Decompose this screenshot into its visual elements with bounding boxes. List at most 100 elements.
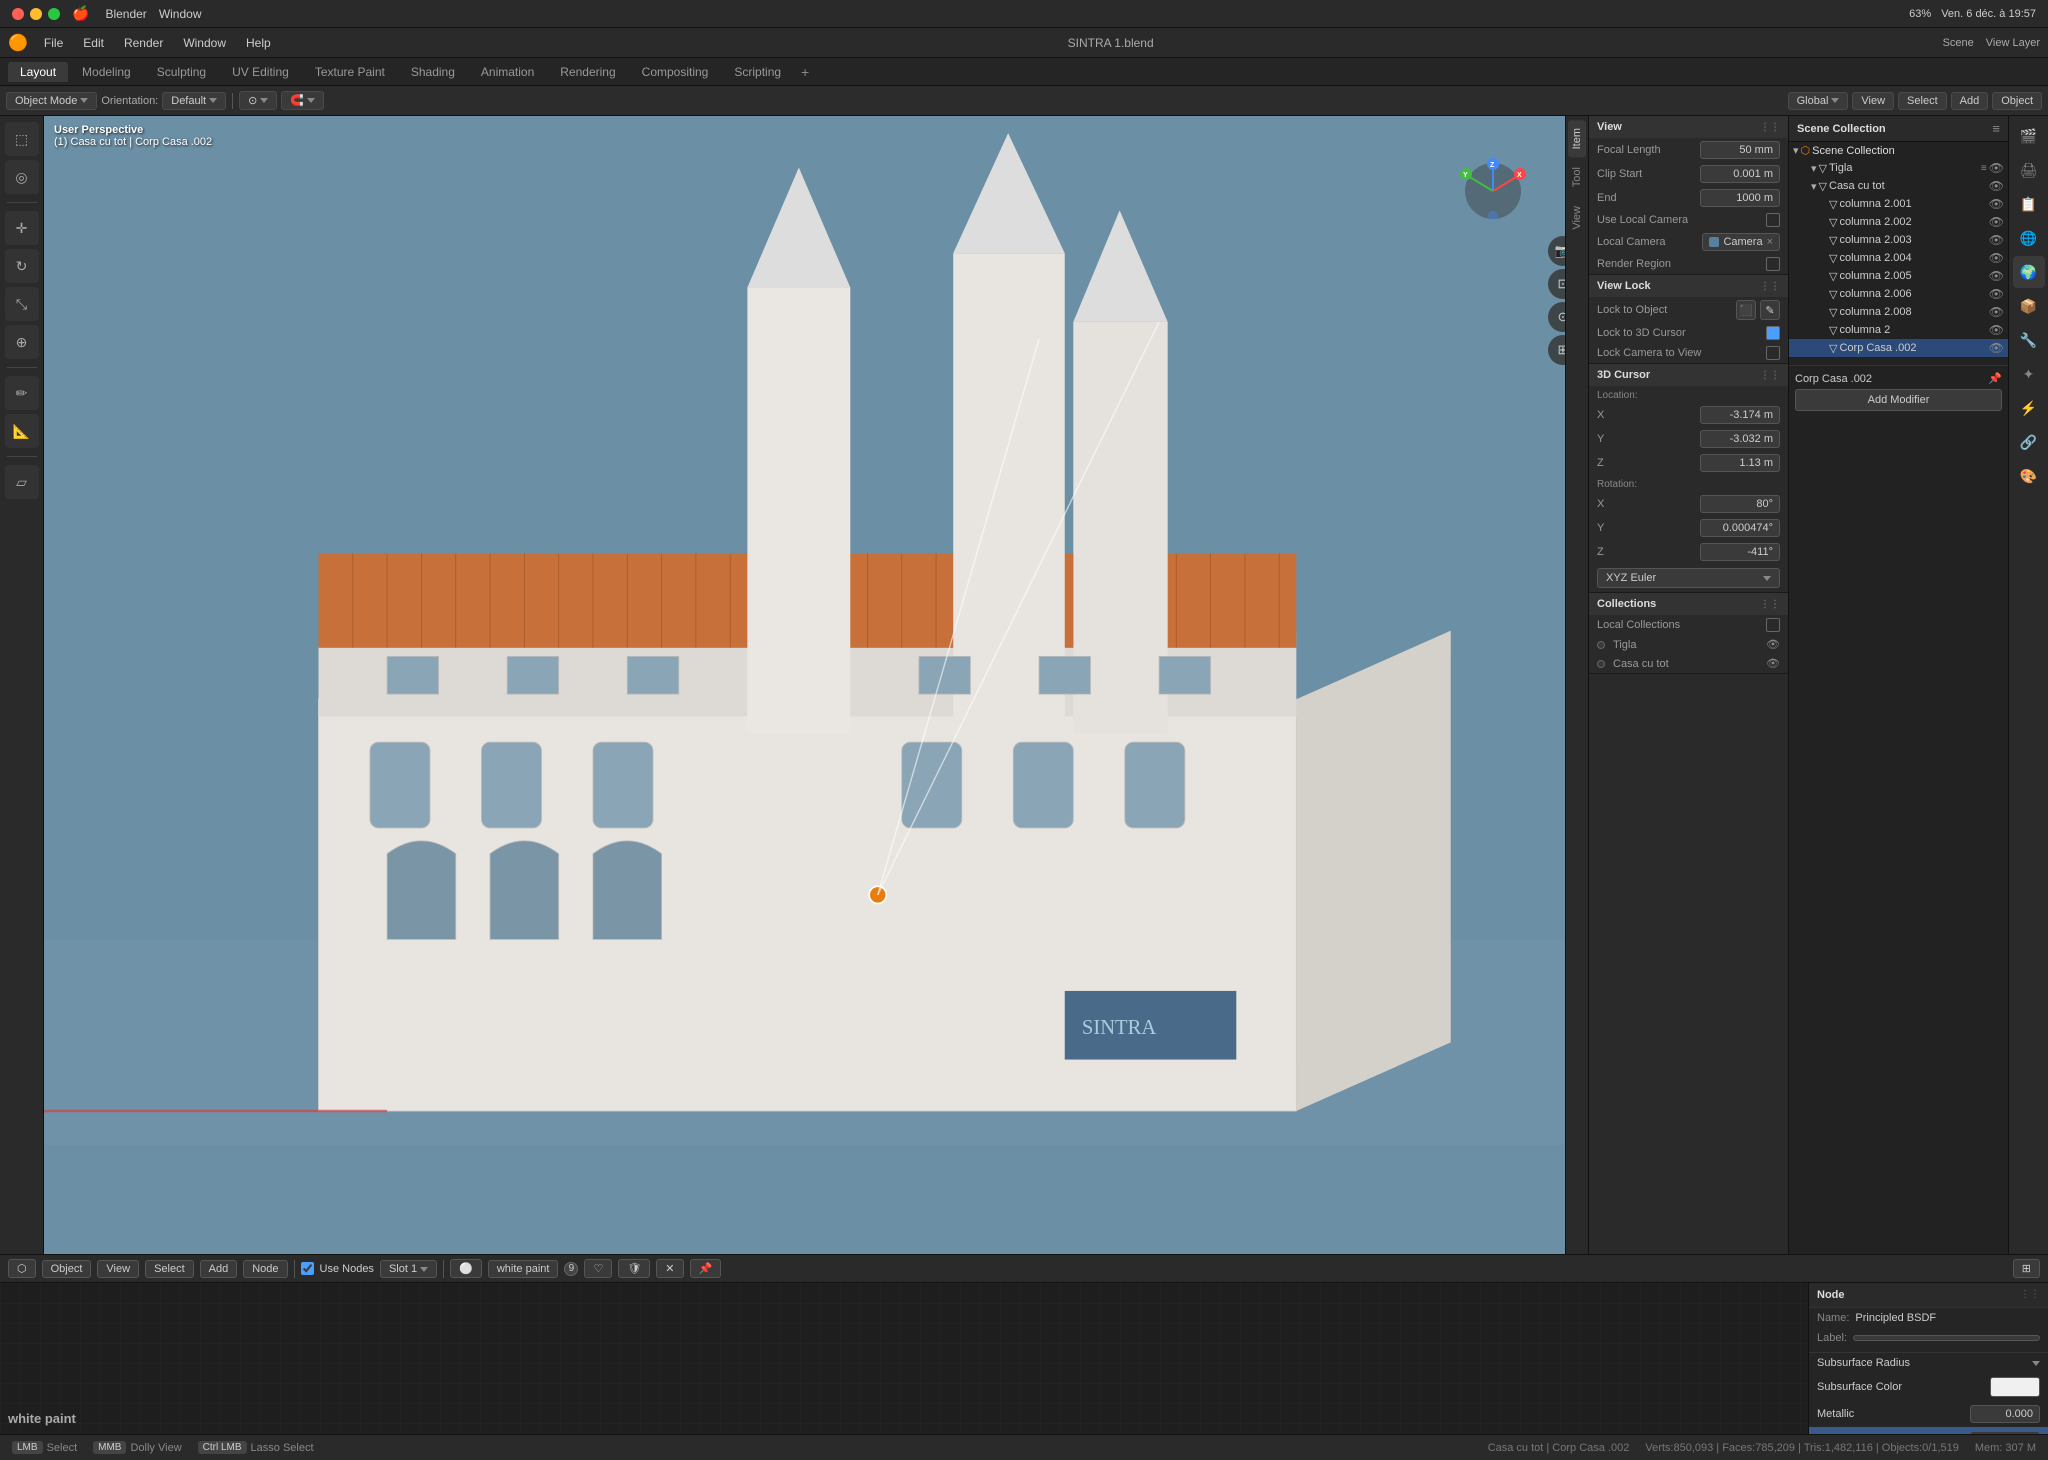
help-menu[interactable]: Help — [238, 34, 279, 52]
zoom-controls[interactable]: ⊞ — [2013, 1259, 2040, 1278]
link-material-btn[interactable]: ♡ — [584, 1259, 612, 1278]
viewport-gizmo[interactable]: Z X Y — [1458, 156, 1528, 226]
pin-material-btn[interactable]: 📌 — [690, 1259, 722, 1278]
node-editor[interactable]: white paint — [0, 1283, 1808, 1434]
add-modifier-button[interactable]: Add Modifier — [1795, 389, 2002, 411]
object-props-button[interactable]: 📦 — [2013, 290, 2045, 322]
add-primitive-tool[interactable]: ▱ — [5, 465, 39, 499]
window-menu-blender[interactable]: Window — [175, 34, 234, 52]
tigla-filter-icon[interactable]: ≡ — [1981, 163, 1987, 174]
shader-editor-menu-button[interactable]: ⬡ — [8, 1259, 36, 1278]
object-mode-dropdown[interactable]: Object Mode — [6, 92, 97, 110]
view-section-header[interactable]: View ⋮⋮ — [1589, 116, 1788, 138]
outliner-columna-005[interactable]: ▽ columna 2.005 👁 — [1789, 267, 2008, 285]
cursor-z-value[interactable]: 1.13 m — [1700, 454, 1780, 472]
cursor-section-header[interactable]: 3D Cursor ⋮⋮ — [1589, 364, 1788, 386]
outliner-filter-icon[interactable]: ≡ — [1992, 121, 2000, 136]
local-collections-checkbox[interactable] — [1766, 618, 1780, 632]
render-region-checkbox[interactable] — [1766, 257, 1780, 271]
euler-dropdown[interactable]: XYZ Euler — [1597, 568, 1780, 588]
col006-vis[interactable]: 👁 — [1989, 287, 2004, 301]
move-tool[interactable]: ✛ — [5, 211, 39, 245]
rot-z-value[interactable]: -411° — [1700, 543, 1780, 561]
orientation-dropdown[interactable]: Default — [162, 92, 226, 110]
material-count-badge[interactable]: 9 — [564, 1262, 578, 1276]
cursor-x-value[interactable]: -3.174 m — [1700, 406, 1780, 424]
outliner-corp-casa[interactable]: ▽ Corp Casa .002 👁 — [1789, 339, 2008, 357]
tool-tab[interactable]: Tool — [1568, 159, 1586, 195]
scene-props-button[interactable]: 🌐 — [2013, 222, 2045, 254]
corp-vis[interactable]: 👁 — [1989, 341, 2004, 355]
cursor-tool[interactable]: ◎ — [5, 160, 39, 194]
tab-uv-editing[interactable]: UV Editing — [220, 62, 301, 82]
object-menu[interactable]: Object — [1992, 92, 2042, 110]
tab-modeling[interactable]: Modeling — [70, 62, 143, 82]
blender-menu[interactable]: Blender — [105, 7, 146, 21]
outliner-tigla[interactable]: ▾ ▽ Tigla ≡ 👁 — [1789, 159, 2008, 177]
outliner-columna-006[interactable]: ▽ columna 2.006 👁 — [1789, 285, 2008, 303]
node-label-input[interactable] — [1853, 1335, 2040, 1341]
material-name-btn[interactable]: white paint — [488, 1260, 559, 1278]
select-menu[interactable]: Select — [1898, 92, 1947, 110]
outliner-columna-004[interactable]: ▽ columna 2.004 👁 — [1789, 249, 2008, 267]
window-menu[interactable]: Window — [159, 7, 202, 21]
local-camera-value[interactable]: Camera × — [1702, 233, 1780, 251]
use-nodes-checkbox[interactable] — [301, 1262, 314, 1275]
viewport-3d[interactable]: SINTRA User Perspective (1) Casa cu tot … — [44, 116, 1588, 1254]
lock-3d-cursor-checkbox[interactable] — [1766, 326, 1780, 340]
col002-vis[interactable]: 👁 — [1989, 215, 2004, 229]
shader-select-button[interactable]: Select — [145, 1260, 194, 1278]
col004-vis[interactable]: 👁 — [1989, 251, 2004, 265]
col003-vis[interactable]: 👁 — [1989, 233, 2004, 247]
view-lock-header[interactable]: View Lock ⋮⋮ — [1589, 275, 1788, 297]
window-controls[interactable] — [12, 8, 60, 20]
tab-shading[interactable]: Shading — [399, 62, 467, 82]
shader-view-button[interactable]: View — [97, 1260, 139, 1278]
outliner-columna-2[interactable]: ▽ columna 2 👁 — [1789, 321, 2008, 339]
minimize-button[interactable] — [30, 8, 42, 20]
tab-sculpting[interactable]: Sculpting — [145, 62, 218, 82]
view-menu[interactable]: View — [1852, 92, 1894, 110]
pin-icon[interactable]: 📌 — [1988, 372, 2002, 385]
file-menu[interactable]: File — [36, 34, 71, 52]
outliner-columna-003[interactable]: ▽ columna 2.003 👁 — [1789, 231, 2008, 249]
shader-node-button[interactable]: Node — [243, 1260, 287, 1278]
tab-rendering[interactable]: Rendering — [548, 62, 627, 82]
render-props-button[interactable]: 🎬 — [2013, 120, 2045, 152]
focal-length-value[interactable]: 50 mm — [1700, 141, 1780, 159]
apple-menu[interactable]: 🍎 — [72, 5, 89, 22]
slot-dropdown[interactable]: Slot 1 — [380, 1260, 437, 1278]
modifier-props-button[interactable]: 🔧 — [2013, 324, 2045, 356]
edit-menu[interactable]: Edit — [75, 34, 112, 52]
casa-visibility-icon[interactable]: 👁 — [1766, 657, 1780, 670]
particles-props-button[interactable]: ✦ — [2013, 358, 2045, 390]
view-layer-props-button[interactable]: 📋 — [2013, 188, 2045, 220]
view-tab[interactable]: View — [1568, 198, 1586, 238]
clip-start-value[interactable]: 0.001 m — [1700, 165, 1780, 183]
shader-add-button[interactable]: Add — [200, 1260, 238, 1278]
add-workspace-button[interactable]: + — [795, 64, 815, 80]
close-button[interactable] — [12, 8, 24, 20]
rotate-tool[interactable]: ↻ — [5, 249, 39, 283]
close-camera-icon[interactable]: × — [1767, 236, 1773, 248]
clip-end-value[interactable]: 1000 m — [1700, 189, 1780, 207]
rot-x-value[interactable]: 80° — [1700, 495, 1780, 513]
cursor-y-value[interactable]: -3.032 m — [1700, 430, 1780, 448]
outliner-columna-008[interactable]: ▽ columna 2.008 👁 — [1789, 303, 2008, 321]
constraints-props-button[interactable]: 🔗 — [2013, 426, 2045, 458]
close-material-btn[interactable]: ✕ — [656, 1259, 683, 1278]
material-type-icon[interactable]: ⚪ — [450, 1259, 482, 1278]
fake-user-btn[interactable]: 🛡 — [618, 1259, 650, 1278]
outliner-scene-root[interactable]: ▾ ⬡ Scene Collection — [1789, 142, 2008, 159]
world-props-button[interactable]: 🌍 — [2013, 256, 2045, 288]
col008-vis[interactable]: 👁 — [1989, 305, 2004, 319]
tab-texture-paint[interactable]: Texture Paint — [303, 62, 397, 82]
casa-vis-icon[interactable]: 👁 — [1989, 179, 2004, 193]
tab-animation[interactable]: Animation — [469, 62, 546, 82]
transform-tool[interactable]: ⊕ — [5, 325, 39, 359]
collections-header[interactable]: Collections ⋮⋮ — [1589, 593, 1788, 615]
item-tab[interactable]: Item — [1568, 120, 1586, 157]
lock-object-picker[interactable]: ⬛ — [1736, 300, 1756, 320]
render-menu[interactable]: Render — [116, 34, 171, 52]
use-local-camera-checkbox[interactable] — [1766, 213, 1780, 227]
